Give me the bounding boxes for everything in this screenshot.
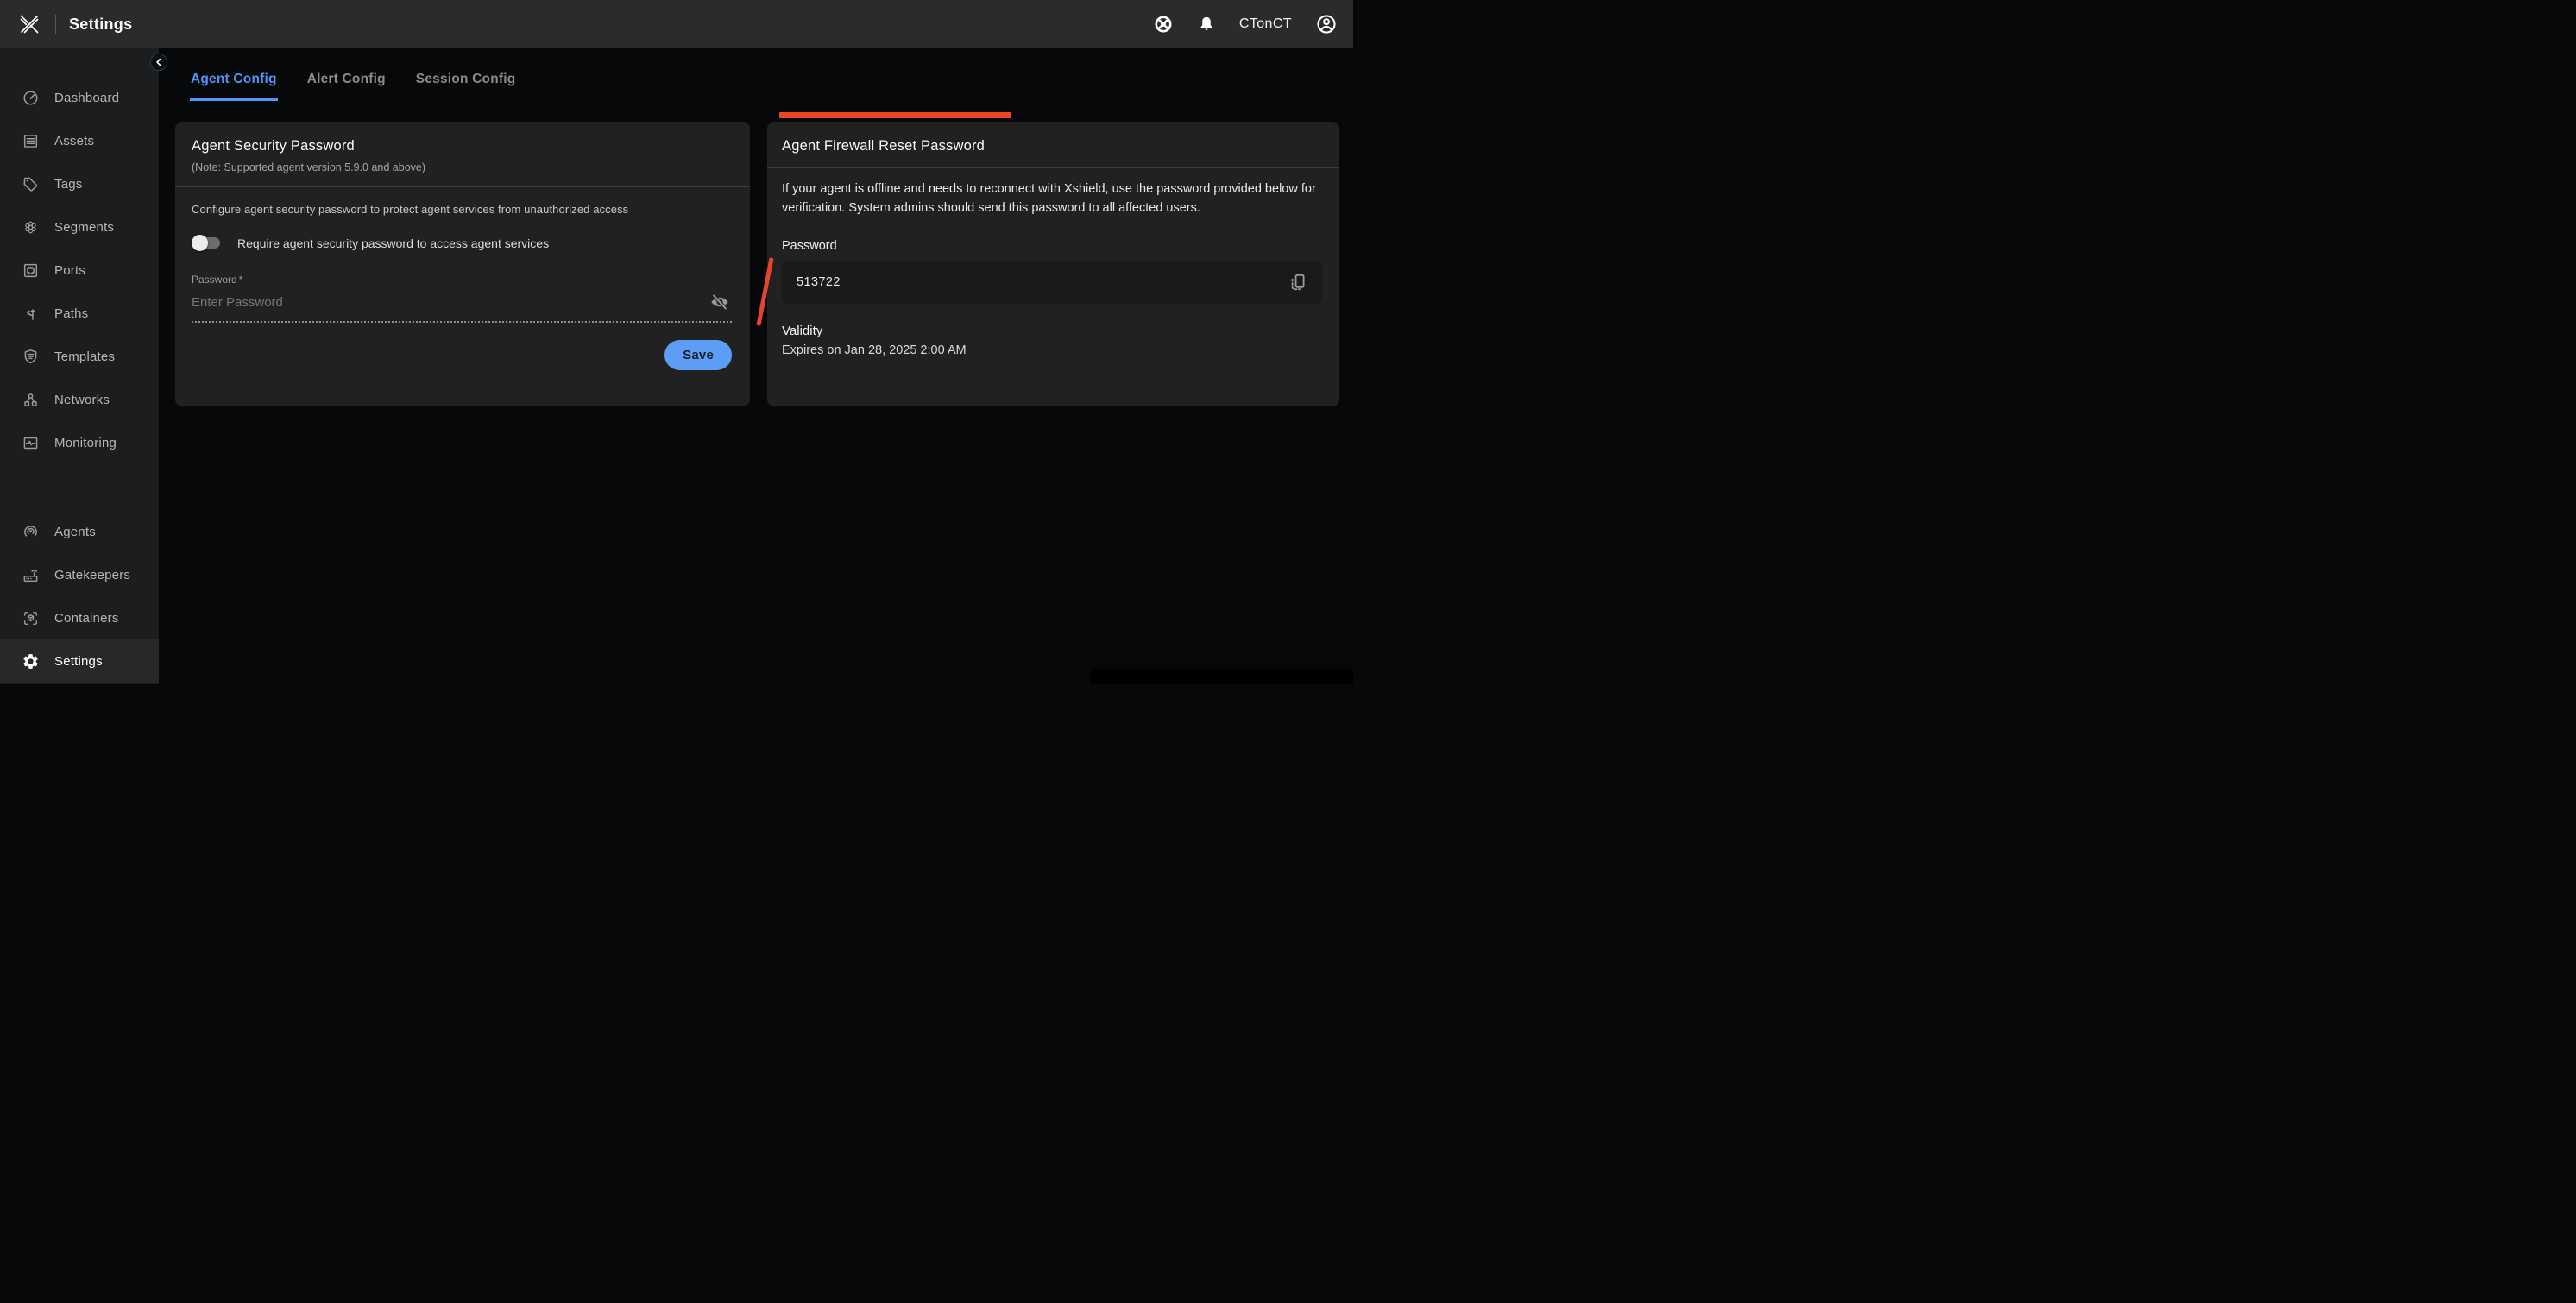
validity-value: Expires on Jan 28, 2025 2:00 AM <box>782 343 1322 376</box>
card-description: Configure agent security password to pro… <box>192 203 732 216</box>
password-label: Password <box>782 239 1322 253</box>
notifications-bell-icon[interactable] <box>1197 15 1216 34</box>
sidebar-item-templates[interactable]: Templates <box>0 335 159 378</box>
orange-highlight-marker <box>779 112 1011 118</box>
help-lifebuoy-icon[interactable] <box>1153 14 1174 35</box>
tab-alert-config[interactable]: Alert Config <box>306 72 387 101</box>
card-body: Configure agent security password to pro… <box>175 187 750 388</box>
agent-firewall-reset-password-card: Agent Firewall Reset Password If your ag… <box>767 122 1339 406</box>
main-content: Agent Config Alert Config Session Config… <box>159 48 1353 684</box>
sidebar: Dashboard Assets Tags <box>0 48 159 684</box>
sidebar-item-label: Templates <box>54 349 115 364</box>
sidebar-item-label: Ports <box>54 263 85 278</box>
card-header: Agent Security Password (Note: Supported… <box>175 122 750 186</box>
sidebar-item-label: Networks <box>54 393 110 407</box>
save-button[interactable]: Save <box>664 340 732 370</box>
black-screen-overlay <box>1091 669 1353 684</box>
sidebar-item-label: Assets <box>54 134 94 148</box>
network-nodes-icon <box>22 391 40 409</box>
paths-fork-icon <box>22 305 40 323</box>
card-header: Agent Firewall Reset Password <box>767 122 1339 167</box>
sidebar-item-label: Segments <box>54 220 114 235</box>
card-title: Agent Security Password <box>192 138 734 154</box>
topbar-divider <box>55 15 56 34</box>
tag-icon <box>22 175 40 193</box>
monitoring-pulse-icon <box>22 434 40 452</box>
sidebar-item-label: Settings <box>54 654 103 669</box>
sidebar-item-agents[interactable]: Agents <box>0 510 159 553</box>
sidebar-item-assets[interactable]: Assets <box>0 119 159 162</box>
save-row: Save <box>192 340 732 388</box>
password-input[interactable] <box>192 295 709 310</box>
container-cube-icon <box>22 609 40 627</box>
toggle-knob <box>192 235 208 251</box>
sidebar-item-label: Monitoring <box>54 436 117 450</box>
password-value: 513722 <box>797 275 841 289</box>
sidebar-item-label: Agents <box>54 525 96 539</box>
ethernet-port-icon <box>22 261 40 280</box>
topbar-actions: CTonCT <box>1153 13 1338 35</box>
sidebar-item-paths[interactable]: Paths <box>0 292 159 335</box>
toggle-row: Require agent security password to acces… <box>192 235 732 251</box>
sidebar-group-gap <box>0 464 159 510</box>
agents-broadcast-icon <box>22 523 40 541</box>
app-logo-x-icon[interactable] <box>17 12 41 36</box>
card-title: Agent Firewall Reset Password <box>782 138 1325 154</box>
sidebar-item-monitoring[interactable]: Monitoring <box>0 421 159 464</box>
toggle-label: Require agent security password to acces… <box>237 236 549 250</box>
password-input-row <box>192 286 732 323</box>
tab-session-config[interactable]: Session Config <box>415 72 517 101</box>
dashboard-gauge-icon <box>22 89 40 107</box>
sidebar-collapse-button[interactable] <box>150 54 167 71</box>
sidebar-item-label: Containers <box>54 611 119 626</box>
eye-off-icon[interactable] <box>709 292 730 312</box>
required-asterisk: * <box>239 274 243 286</box>
sidebar-item-tags[interactable]: Tags <box>0 162 159 205</box>
sidebar-item-segments[interactable]: Segments <box>0 205 159 249</box>
card-note: (Note: Supported agent version 5.9.0 and… <box>192 161 734 173</box>
sidebar-item-gatekeepers[interactable]: Gatekeepers <box>0 553 159 596</box>
settings-gear-icon <box>22 652 40 670</box>
sidebar-item-label: Gatekeepers <box>54 568 130 582</box>
card-description: If your agent is offline and needs to re… <box>782 180 1322 217</box>
copy-icon[interactable] <box>1288 272 1308 293</box>
sidebar-item-networks[interactable]: Networks <box>0 378 159 421</box>
cards-row: Agent Security Password (Note: Supported… <box>175 122 1339 406</box>
card-body: If your agent is offline and needs to re… <box>767 168 1339 376</box>
segments-honeycomb-icon <box>22 218 40 236</box>
sidebar-item-label: Paths <box>54 306 88 321</box>
sidebar-item-label: Tags <box>54 177 83 192</box>
require-password-toggle[interactable] <box>192 235 220 251</box>
shield-template-icon <box>22 348 40 366</box>
sidebar-item-ports[interactable]: Ports <box>0 249 159 292</box>
sidebar-item-label: Dashboard <box>54 91 119 105</box>
validity-label: Validity <box>782 324 1322 338</box>
tab-agent-config[interactable]: Agent Config <box>190 72 278 101</box>
gatekeeper-router-icon <box>22 566 40 584</box>
password-field-label: Password* <box>192 274 732 286</box>
assets-list-icon <box>22 132 40 150</box>
tab-bar: Agent Config Alert Config Session Config <box>190 72 1339 101</box>
sidebar-item-containers[interactable]: Containers <box>0 596 159 639</box>
page-title: Settings <box>69 16 132 34</box>
sidebar-item-settings[interactable]: Settings <box>0 639 159 683</box>
topbar: Settings CTonCT <box>0 0 1353 48</box>
agent-security-password-card: Agent Security Password (Note: Supported… <box>175 122 750 406</box>
sidebar-item-dashboard[interactable]: Dashboard <box>0 76 159 119</box>
main-layout: Dashboard Assets Tags <box>0 48 1353 684</box>
account-avatar-icon[interactable] <box>1315 13 1338 35</box>
password-value-box: 513722 <box>782 261 1322 304</box>
username: CTonCT <box>1239 16 1292 32</box>
